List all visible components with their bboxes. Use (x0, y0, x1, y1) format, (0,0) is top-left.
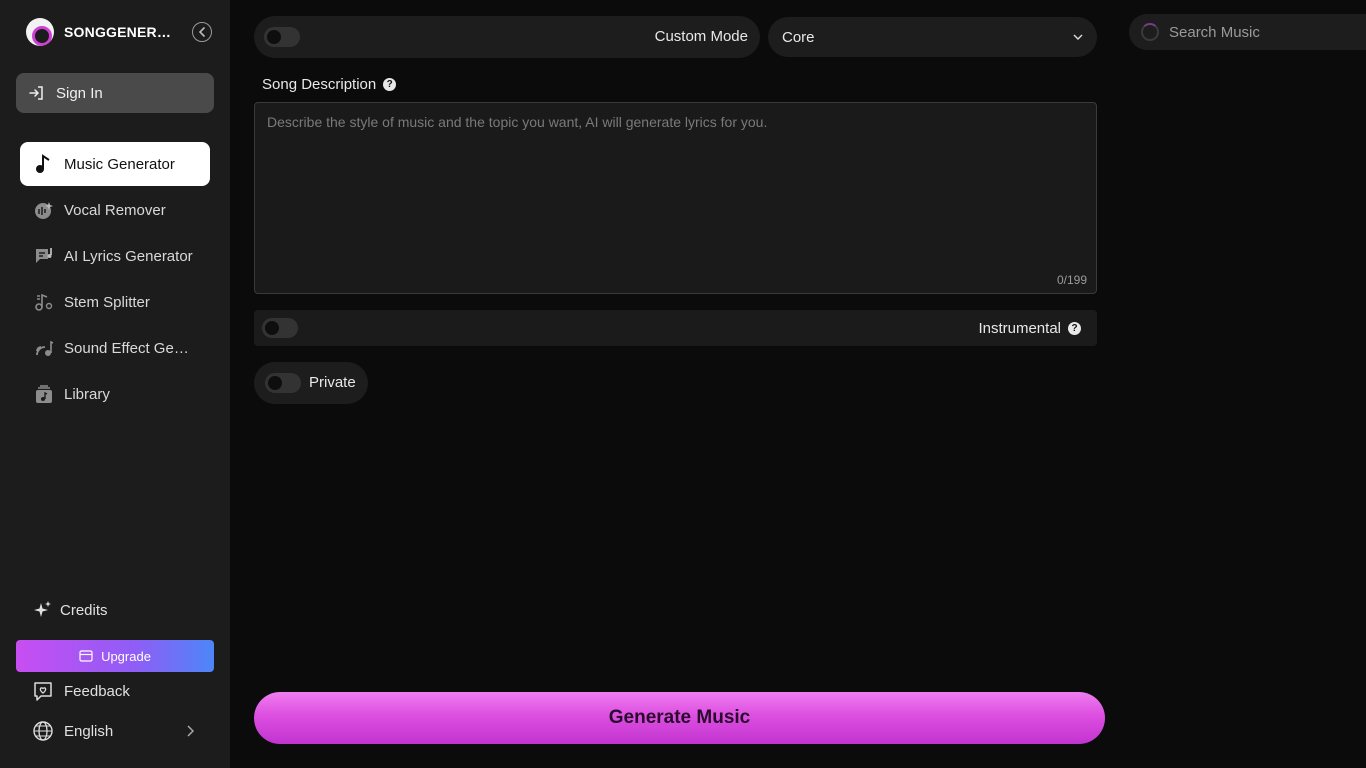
stem-splitter-icon (34, 292, 54, 312)
chevron-down-icon (1073, 34, 1083, 40)
song-description-input[interactable] (255, 103, 1096, 293)
custom-mode-bar: Custom Mode (254, 16, 760, 58)
chevron-right-icon (187, 725, 194, 737)
sidebar-item-label: Stem Splitter (64, 293, 150, 311)
chevron-left-icon (198, 27, 205, 37)
sidebar-item-label: Sound Effect Gen... (64, 339, 194, 357)
sidebar-item-library[interactable]: Library (20, 372, 210, 416)
loading-spinner-icon (1141, 23, 1159, 41)
private-toggle[interactable] (265, 373, 301, 393)
feedback-heart-icon (34, 682, 52, 701)
sidebar-item-sound-effect-generator[interactable]: Sound Effect Gen... (20, 326, 210, 370)
song-description-heading: Song Description ? (262, 76, 397, 93)
brand-name: SONGGENERA... (64, 24, 176, 40)
sidebar-item-label: Vocal Remover (64, 201, 166, 219)
instrumental-bar: Instrumental ? (254, 310, 1097, 346)
sign-in-button[interactable]: Sign In (16, 73, 214, 113)
instrumental-label-group: Instrumental ? (978, 320, 1081, 337)
sign-in-icon (29, 86, 43, 100)
sidebar-item-vocal-remover[interactable]: Vocal Remover (20, 188, 210, 232)
sidebar: SONGGENERA... Sign In Music Generator Vo… (0, 0, 230, 768)
sidebar-item-ai-lyrics-generator[interactable]: AI Lyrics Generator (20, 234, 210, 278)
sound-effect-icon (34, 338, 54, 358)
globe-icon (33, 721, 53, 741)
language-label: English (64, 722, 114, 740)
collapse-sidebar-button[interactable] (192, 22, 212, 42)
char-counter: 0/199 (1056, 273, 1087, 287)
upgrade-label: Upgrade (101, 648, 151, 664)
custom-mode-label: Custom Mode (654, 28, 748, 45)
sidebar-item-music-generator[interactable]: Music Generator (20, 142, 210, 186)
upgrade-button[interactable]: Upgrade (16, 640, 214, 672)
credits-label: Credits (60, 601, 108, 619)
lyrics-icon (34, 246, 54, 266)
generate-music-button[interactable]: Generate Music (254, 692, 1105, 744)
sidebar-item-label: AI Lyrics Generator (64, 247, 193, 265)
song-description-label: Song Description (262, 76, 377, 93)
sidebar-nav: Music Generator Vocal Remover AI Lyrics … (20, 142, 210, 418)
instrumental-toggle[interactable] (262, 318, 298, 338)
feedback-label: Feedback (64, 682, 130, 700)
brand-logo-icon (26, 18, 54, 46)
brand[interactable]: SONGGENERA... (26, 18, 176, 46)
credits-link[interactable]: Credits (32, 600, 108, 620)
sidebar-item-stem-splitter[interactable]: Stem Splitter (20, 280, 210, 324)
language-selector[interactable]: English (32, 720, 194, 742)
card-icon (79, 650, 93, 662)
sign-in-label: Sign In (56, 84, 103, 102)
instrumental-label: Instrumental (978, 320, 1061, 337)
sparkle-icon (34, 601, 51, 617)
library-icon (34, 384, 54, 404)
help-icon[interactable]: ? (1068, 322, 1081, 335)
generate-music-label: Generate Music (608, 707, 751, 728)
model-select[interactable]: Core (768, 17, 1097, 57)
private-bar: Private (254, 362, 368, 404)
search-input[interactable] (1169, 23, 1349, 41)
feedback-link[interactable]: Feedback (32, 680, 130, 702)
song-description-box: 0/199 (254, 102, 1097, 294)
model-select-value: Core (782, 28, 815, 46)
sidebar-item-label: Music Generator (64, 155, 175, 173)
custom-mode-toggle[interactable] (264, 27, 300, 47)
sidebar-item-label: Library (64, 385, 110, 403)
private-label: Private (309, 374, 356, 391)
help-icon[interactable]: ? (383, 78, 397, 91)
music-note-icon (34, 154, 54, 174)
search-bar (1129, 14, 1366, 50)
vocal-remover-icon (34, 200, 54, 220)
